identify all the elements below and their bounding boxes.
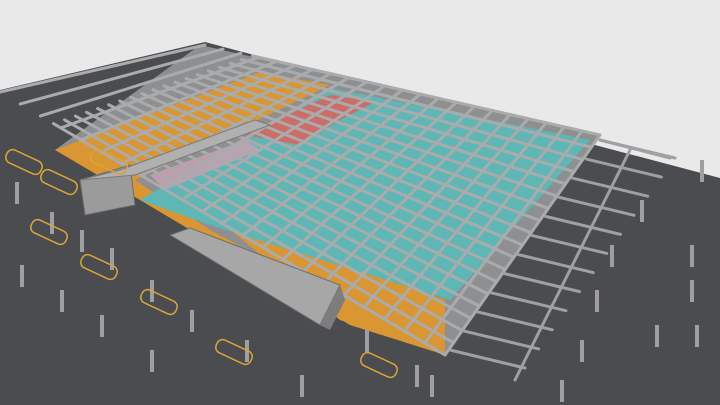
column (100, 315, 104, 337)
column (580, 340, 584, 362)
structure-model-render[interactable] (0, 0, 720, 405)
column (20, 265, 24, 287)
column (365, 330, 369, 352)
column (690, 280, 694, 302)
column (695, 325, 699, 347)
column (60, 290, 64, 312)
column (415, 365, 419, 387)
3d-viewport[interactable] (0, 0, 720, 405)
column (640, 200, 644, 222)
column (15, 182, 19, 204)
column (655, 325, 659, 347)
column (300, 375, 304, 397)
column (50, 212, 54, 234)
column (700, 160, 704, 182)
column (150, 350, 154, 372)
column (80, 230, 84, 252)
column (595, 290, 599, 312)
column (610, 245, 614, 267)
column (430, 375, 434, 397)
column (560, 380, 564, 402)
column (690, 245, 694, 267)
column (190, 310, 194, 332)
